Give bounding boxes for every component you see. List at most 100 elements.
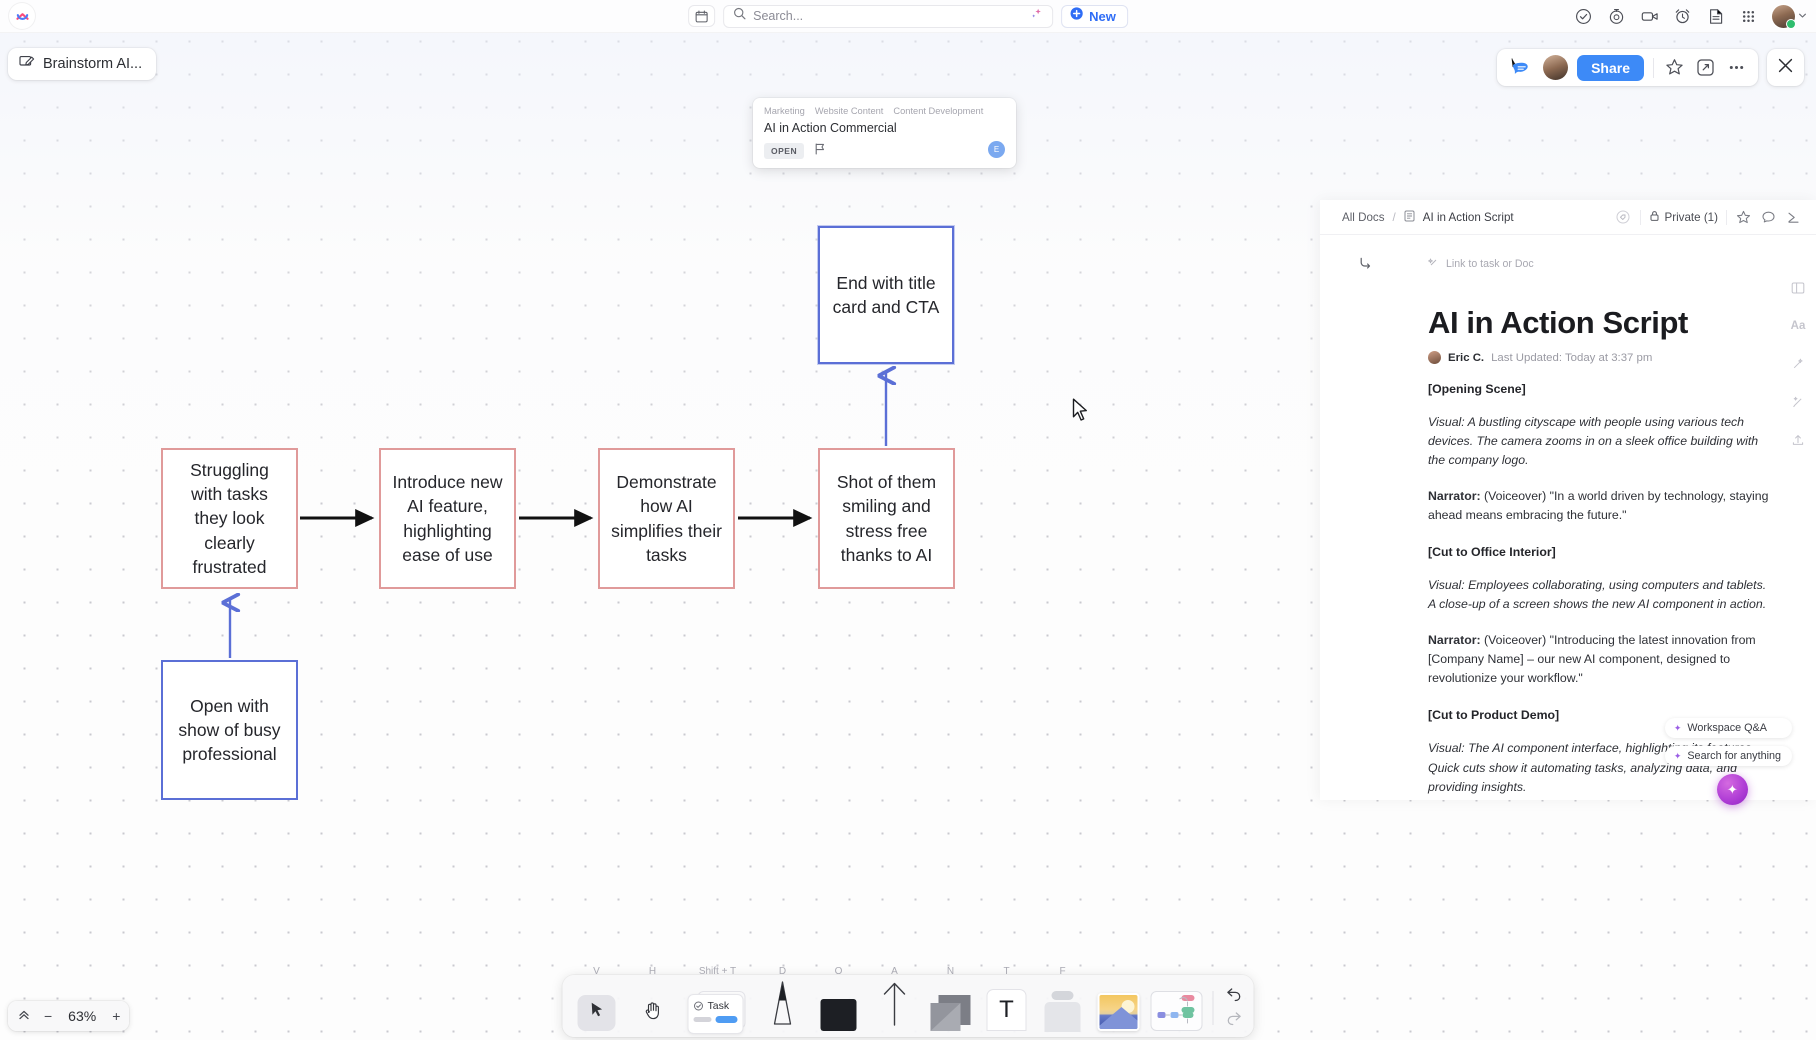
zoom-in-button[interactable]: + [112, 1008, 120, 1024]
search-input[interactable]: Search... [723, 5, 1053, 28]
workspace-qa-label: Workspace Q&A [1687, 722, 1767, 734]
ai-orb-button[interactable]: ✦ [1717, 774, 1748, 805]
search-icon [733, 7, 746, 25]
document-icon[interactable] [1706, 7, 1725, 26]
redo-icon[interactable] [1221, 1007, 1247, 1029]
select-tool[interactable]: V [570, 979, 624, 1033]
frame-tool[interactable]: F [1036, 979, 1090, 1033]
ai-wand-icon[interactable] [1788, 354, 1808, 374]
task-card-title: AI in Action Commercial [764, 121, 1005, 135]
divider [1640, 210, 1641, 225]
chevrons-up-icon[interactable] [17, 1008, 31, 1025]
arrow-tool[interactable]: A [868, 979, 922, 1033]
image-tool[interactable] [1092, 979, 1146, 1033]
apps-grid-icon[interactable] [1739, 7, 1758, 26]
task-card-icon: Task [682, 989, 754, 1031]
search-anything-button[interactable]: ✦ Search for anything [1665, 746, 1792, 766]
shortcut-label: A [891, 966, 898, 977]
breadcrumb-all-docs[interactable]: All Docs [1342, 211, 1385, 224]
task-card-tool[interactable]: Shift + T Task [682, 979, 754, 1033]
undo-icon[interactable] [1221, 983, 1247, 1005]
breadcrumb-current-doc[interactable]: AI in Action Script [1423, 211, 1514, 224]
shortcut-label: Shift + T [699, 966, 736, 977]
close-button[interactable] [1767, 49, 1804, 86]
collapse-right-icon[interactable] [1785, 209, 1802, 226]
video-camera-icon[interactable] [1640, 7, 1659, 26]
collaborator-avatar[interactable] [1543, 55, 1568, 80]
close-icon [1776, 56, 1795, 80]
document-panel: All Docs / AI in Action Script Private (… [1320, 200, 1816, 800]
shortcut-label: H [649, 966, 656, 977]
more-horizontal-icon[interactable] [1725, 57, 1747, 79]
privacy-button[interactable]: Private (1) [1649, 210, 1718, 225]
link-sparkle-icon [1428, 257, 1439, 271]
hand-tool[interactable]: H [626, 979, 680, 1033]
text-tool[interactable]: T T [980, 979, 1034, 1033]
workspace-qa-button[interactable]: ✦ Workspace Q&A [1665, 718, 1792, 738]
star-icon[interactable] [1663, 57, 1685, 79]
note-tool[interactable]: N [924, 979, 978, 1033]
shortcut-label: F [1059, 966, 1065, 977]
user-avatar[interactable] [1772, 5, 1807, 28]
zoom-level-label: 63% [65, 1008, 99, 1024]
scene-heading: [Cut to Office Interior] [1428, 545, 1773, 559]
flag-icon[interactable] [815, 142, 826, 160]
divider [1726, 210, 1727, 225]
ai-sparkle-icon[interactable] [1029, 7, 1043, 26]
zoom-out-button[interactable]: − [44, 1008, 52, 1024]
status-badge[interactable]: OPEN [764, 143, 804, 159]
task-card-assignee-avatar[interactable]: E [988, 141, 1005, 158]
shape-icon [821, 999, 857, 1031]
breadcrumb-folder: Website Content [815, 106, 884, 116]
shortcut-label: D [779, 966, 786, 977]
expand-icon[interactable] [1694, 57, 1716, 79]
doc-page-icon [1404, 210, 1415, 225]
stopwatch-icon[interactable] [1607, 7, 1626, 26]
tag-icon[interactable] [1615, 209, 1632, 226]
clickup-logo-icon[interactable] [9, 3, 35, 29]
breadcrumb-list: Content Development [893, 106, 983, 116]
board-tab[interactable]: Brainstorm AI... [8, 48, 156, 80]
highlight-icon[interactable] [1788, 392, 1808, 412]
shortcut-label: T [1003, 966, 1009, 977]
breadcrumb-separator: / [1393, 211, 1396, 224]
board-header-group: Share [1497, 49, 1758, 86]
lock-icon [1649, 210, 1660, 225]
narrator-paragraph: Narrator: (Voiceover) "Introducing the l… [1428, 631, 1773, 688]
task-card-popover[interactable]: Marketing Website Content Content Develo… [753, 98, 1016, 168]
check-circle-icon[interactable] [1574, 7, 1593, 26]
link-to-task-button[interactable]: Link to task or Doc [1428, 257, 1816, 271]
search-anything-label: Search for anything [1687, 750, 1781, 762]
divider [1213, 991, 1214, 1025]
new-button[interactable]: New [1061, 5, 1128, 28]
task-tool-card-label: Task [708, 1000, 730, 1012]
avatar [1772, 5, 1795, 28]
cursor-icon [587, 1001, 606, 1025]
comment-icon[interactable] [1760, 209, 1777, 226]
calendar-icon[interactable] [688, 5, 715, 27]
alarm-clock-icon[interactable] [1673, 7, 1692, 26]
page-layout-icon[interactable] [1788, 278, 1808, 298]
draw-tool[interactable]: D [756, 979, 810, 1033]
new-button-label: New [1089, 9, 1116, 24]
board-header-controls: Share [1497, 49, 1804, 86]
star-icon[interactable] [1735, 209, 1752, 226]
shortcut-label: O [835, 966, 843, 977]
document-body[interactable]: Link to task or Doc AI in Action Script … [1320, 235, 1816, 800]
document-title[interactable]: AI in Action Script [1428, 305, 1816, 341]
shape-tool[interactable]: O [812, 979, 866, 1033]
font-size-icon[interactable]: Aa [1788, 316, 1808, 336]
author-name: Eric C. [1448, 352, 1484, 364]
chevron-down-icon [1798, 7, 1807, 25]
image-icon [1098, 993, 1140, 1031]
link-to-task-label: Link to task or Doc [1446, 258, 1534, 270]
share-button[interactable]: Share [1577, 55, 1644, 81]
template-tool[interactable] [1148, 979, 1206, 1033]
author-avatar[interactable] [1428, 351, 1441, 364]
top-bar-right-icons [1574, 5, 1807, 28]
revert-icon[interactable] [1358, 255, 1374, 271]
last-updated-text: Last Updated: Today at 3:37 pm [1491, 352, 1652, 364]
shortcut-label: N [947, 966, 954, 977]
export-icon[interactable] [1788, 430, 1808, 450]
visual-paragraph: Visual: A bustling cityscape with people… [1428, 413, 1773, 470]
